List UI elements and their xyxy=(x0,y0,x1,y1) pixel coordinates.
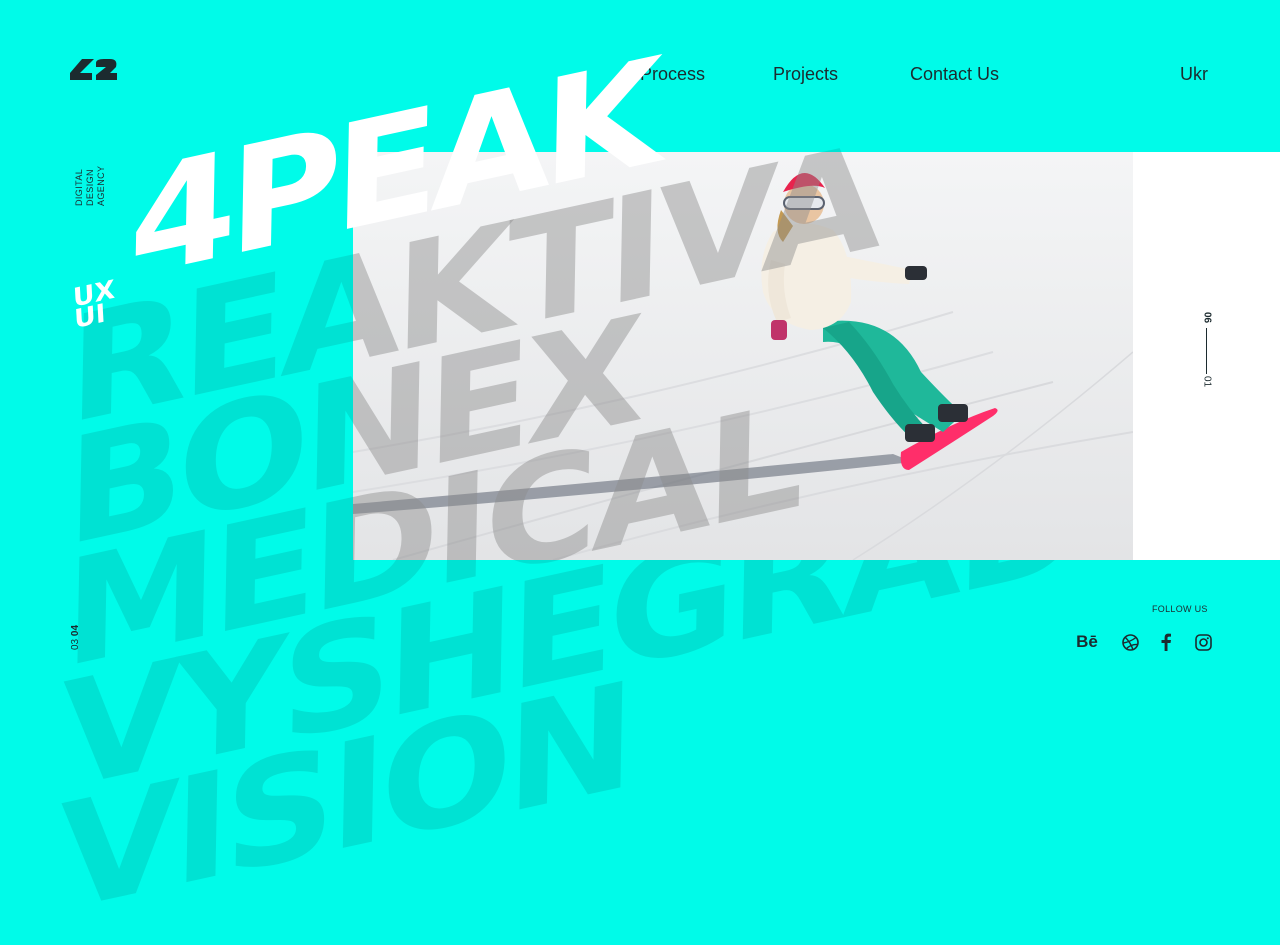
instagram-icon[interactable] xyxy=(1194,632,1212,652)
project-total: 04 xyxy=(70,624,81,637)
nav-contact-us[interactable]: Contact Us xyxy=(910,64,999,85)
instagram-glyph xyxy=(1194,633,1212,651)
tagline-line: DESIGN xyxy=(85,169,95,206)
facebook-glyph xyxy=(1161,633,1171,651)
slide-counter: 06 01 xyxy=(1198,312,1216,388)
slide-current: 01 xyxy=(1201,375,1213,388)
agency-tagline: DIGITAL DESIGN AGENCY xyxy=(74,166,107,206)
behance-icon[interactable]: Bē xyxy=(1074,632,1100,652)
logo-icon xyxy=(70,59,117,80)
dribbble-icon[interactable] xyxy=(1121,632,1139,652)
tagline-line: AGENCY xyxy=(96,165,106,206)
project-current: 03 xyxy=(70,638,81,650)
tagline-line: DIGITAL xyxy=(74,168,84,206)
nav-projects[interactable]: Projects xyxy=(773,64,838,85)
language-switch[interactable]: Ukr xyxy=(1180,64,1208,85)
dribbble-glyph xyxy=(1121,633,1139,651)
facebook-icon[interactable] xyxy=(1158,632,1174,652)
follow-label: FOLLOW US xyxy=(1152,604,1208,614)
counter-divider xyxy=(1206,328,1207,374)
discipline-tag: UX UI xyxy=(72,275,117,335)
project-counter: 03 04 xyxy=(70,625,81,650)
slide-total: 06 xyxy=(1201,311,1213,324)
brand-logo[interactable] xyxy=(70,59,118,86)
